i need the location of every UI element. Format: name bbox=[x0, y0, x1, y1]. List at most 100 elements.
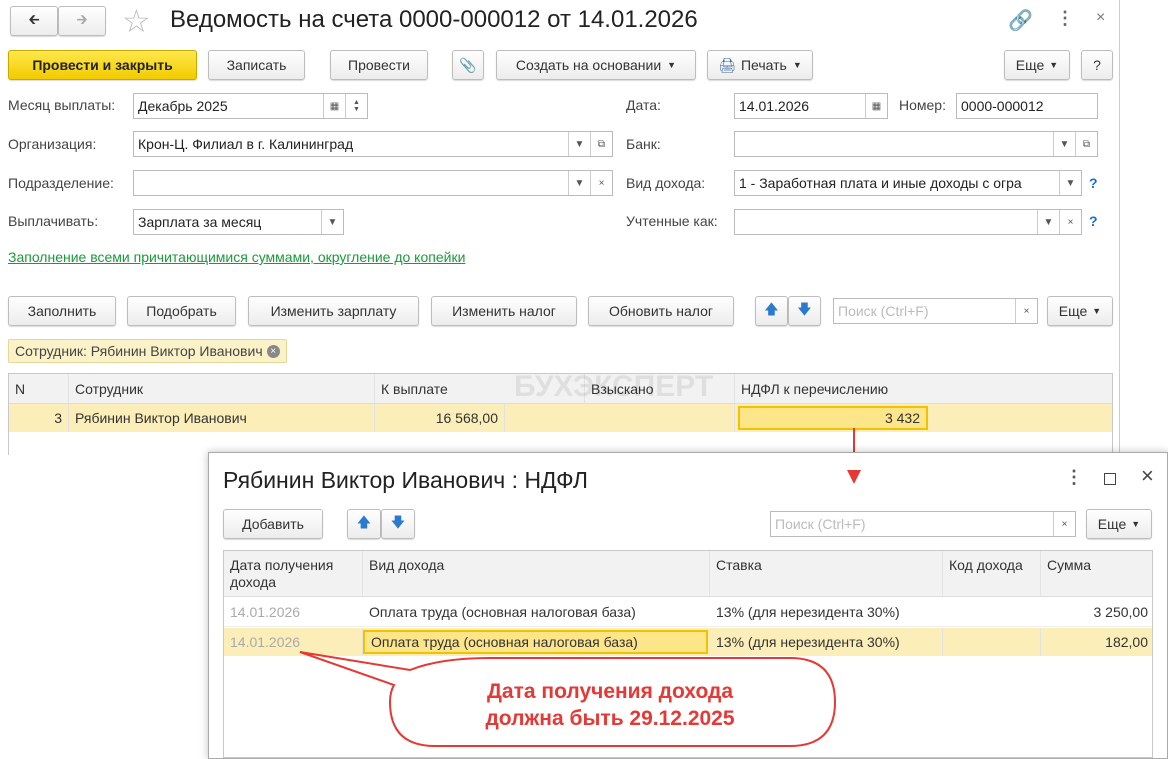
pay-label: Выплачивать: bbox=[8, 213, 99, 229]
open-icon[interactable]: ⧉ bbox=[590, 132, 612, 156]
more-button[interactable]: Еще ▼ bbox=[1086, 509, 1152, 539]
search-placeholder: Поиск (Ctrl+F) bbox=[775, 516, 866, 532]
page-title: Ведомость на счета 0000-000012 от 14.01.… bbox=[170, 6, 698, 33]
column-header-sum[interactable]: Сумма bbox=[1041, 551, 1154, 596]
more-button[interactable]: Еще ▼ bbox=[1004, 50, 1070, 80]
number-value: 0000-000012 bbox=[961, 98, 1044, 114]
spin-button[interactable]: ▲ ▼ bbox=[345, 94, 367, 118]
help-icon[interactable]: ? bbox=[1089, 175, 1098, 191]
month-input[interactable]: Декабрь 2025 ▦ ▲ ▼ bbox=[133, 93, 368, 119]
cell-ndfl[interactable]: 3 432 bbox=[738, 406, 928, 430]
cell-sum: 182,00 bbox=[1105, 634, 1148, 650]
table-row[interactable]: 3 Рябинин Виктор Иванович 16 568,00 3 43… bbox=[9, 404, 1112, 432]
dept-label: Подразделение: bbox=[8, 175, 114, 191]
create-based-label: Создать на основании bbox=[515, 57, 662, 73]
move-up-button[interactable]: 🡅 bbox=[347, 509, 381, 539]
date-input[interactable]: 14.01.2026 ▦ bbox=[734, 93, 888, 119]
column-header-income-type[interactable]: Вид дохода bbox=[363, 551, 710, 596]
employee-filter-tag[interactable]: Сотрудник: Рябинин Виктор Иванович × bbox=[8, 339, 287, 363]
maximize-icon[interactable] bbox=[1104, 473, 1116, 485]
pay-select[interactable]: Зарплата за месяц ▼ bbox=[133, 209, 344, 235]
calendar-icon[interactable]: ▦ bbox=[323, 94, 345, 118]
dropdown-arrow-icon[interactable]: ▼ bbox=[568, 171, 590, 195]
pick-button[interactable]: Подобрать bbox=[127, 296, 236, 326]
column-header-income-code[interactable]: Код дохода bbox=[943, 551, 1041, 596]
help-icon[interactable]: ? bbox=[1089, 213, 1098, 229]
callout-line-1: Дата получения дохода bbox=[486, 680, 734, 703]
close-icon[interactable]: × bbox=[1096, 9, 1105, 27]
number-input[interactable]: 0000-000012 bbox=[956, 93, 1098, 119]
dropdown-arrow-icon: ▼ bbox=[792, 60, 802, 70]
column-header-rate[interactable]: Ставка bbox=[710, 551, 943, 596]
post-button[interactable]: Провести bbox=[330, 50, 428, 80]
calendar-icon[interactable]: ▦ bbox=[865, 94, 887, 118]
bank-input[interactable]: ▼ ⧉ bbox=[734, 131, 1098, 157]
cell-collected bbox=[585, 404, 735, 432]
clear-icon[interactable]: × bbox=[1015, 299, 1037, 323]
change-salary-button[interactable]: Изменить зарплату bbox=[248, 296, 419, 326]
popup-title: Рябинин Виктор Иванович : НДФЛ bbox=[223, 467, 588, 493]
column-header-n[interactable]: N bbox=[9, 374, 69, 403]
fill-button[interactable]: Заполнить bbox=[8, 296, 116, 326]
counted-input[interactable]: ▼ × bbox=[734, 209, 1082, 235]
income-input[interactable]: 1 - Заработная плата и иные доходы с огр… bbox=[734, 170, 1082, 196]
move-down-button[interactable]: 🡇 bbox=[381, 509, 415, 539]
dropdown-arrow-icon[interactable]: ▼ bbox=[568, 132, 590, 156]
more-label: Еще bbox=[1097, 516, 1127, 532]
cell-income-code bbox=[943, 628, 1041, 656]
counted-label: Учтенные как: bbox=[626, 213, 718, 229]
change-tax-button[interactable]: Изменить налог bbox=[431, 296, 577, 326]
print-button[interactable]: 🖨 Печать ▼ bbox=[707, 50, 813, 80]
table-more-button[interactable]: Еще ▼ bbox=[1047, 296, 1113, 326]
column-header-ndfl[interactable]: НДФЛ к перечислению bbox=[735, 374, 1114, 403]
dept-input[interactable]: ▼ × bbox=[133, 170, 613, 196]
org-input[interactable]: Крон-Ц. Филиал в г. Калининград ▼ ⧉ bbox=[133, 131, 613, 157]
main-window: 🡰 🡲 ☆ Ведомость на счета 0000-000012 от … bbox=[0, 0, 1120, 455]
link-icon[interactable]: 🔗 bbox=[1008, 8, 1033, 33]
search-input[interactable]: Поиск (Ctrl+F) × bbox=[833, 298, 1038, 324]
dropdown-arrow-icon[interactable]: ▼ bbox=[1053, 132, 1075, 156]
table-row[interactable]: 14.01.2026 Оплата труда (основная налого… bbox=[224, 597, 1152, 627]
cell-n: 3 bbox=[9, 404, 69, 432]
favorite-star-icon[interactable]: ☆ bbox=[122, 2, 151, 40]
more-vert-icon[interactable]: ⋮ bbox=[1056, 8, 1074, 29]
date-value: 14.01.2026 bbox=[739, 98, 810, 114]
add-button[interactable]: Добавить bbox=[223, 509, 323, 539]
more-label: Еще bbox=[1015, 57, 1045, 73]
forward-button[interactable]: 🡲 bbox=[58, 6, 106, 36]
clear-icon[interactable]: × bbox=[590, 171, 612, 195]
save-button[interactable]: Записать bbox=[208, 50, 305, 80]
search-placeholder: Поиск (Ctrl+F) bbox=[838, 303, 929, 319]
more-vert-icon[interactable]: ⋮ bbox=[1065, 467, 1083, 488]
income-label: Вид дохода: bbox=[626, 175, 706, 191]
column-header-date[interactable]: Дата получения дохода bbox=[224, 551, 363, 596]
cell-income-type: Оплата труда (основная налоговая база) bbox=[369, 603, 636, 620]
post-and-close-button[interactable]: Провести и закрыть bbox=[8, 50, 197, 80]
attachment-icon[interactable]: 📎 bbox=[452, 50, 484, 80]
dropdown-arrow-icon[interactable]: ▼ bbox=[1059, 171, 1081, 195]
create-based-button[interactable]: Создать на основании ▼ bbox=[496, 50, 696, 80]
search-input[interactable]: Поиск (Ctrl+F) × bbox=[770, 511, 1076, 537]
cell-date: 14.01.2026 bbox=[230, 603, 301, 620]
fill-settings-link[interactable]: Заполнение всеми причитающимися суммами,… bbox=[8, 248, 478, 266]
remove-filter-icon[interactable]: × bbox=[266, 344, 280, 358]
move-down-button[interactable]: 🡇 bbox=[788, 296, 821, 326]
open-icon[interactable]: ⧉ bbox=[1075, 132, 1097, 156]
dropdown-arrow-icon[interactable]: ▼ bbox=[1037, 210, 1059, 234]
arrow-head-icon bbox=[847, 470, 861, 484]
income-value: 1 - Заработная плата и иные доходы с огр… bbox=[739, 175, 1022, 191]
callout-text: Дата получения дохода должна быть 29.12.… bbox=[400, 678, 820, 732]
clear-icon[interactable]: × bbox=[1053, 512, 1075, 536]
dropdown-arrow-icon[interactable]: ▼ bbox=[321, 210, 343, 234]
clear-icon[interactable]: × bbox=[1059, 210, 1081, 234]
payroll-table: N Сотрудник К выплате Взыскано НДФЛ к пе… bbox=[8, 370, 1114, 455]
help-button[interactable]: ? bbox=[1081, 50, 1113, 80]
update-tax-button[interactable]: Обновить налог bbox=[588, 296, 734, 326]
back-button[interactable]: 🡰 bbox=[10, 6, 58, 36]
printer-icon: 🖨 bbox=[718, 56, 736, 73]
month-label: Месяц выплаты: bbox=[8, 97, 116, 113]
move-up-button[interactable]: 🡅 bbox=[755, 296, 788, 326]
column-header-employee[interactable]: Сотрудник bbox=[69, 374, 375, 403]
close-icon[interactable]: × bbox=[1141, 463, 1154, 489]
filter-label: Сотрудник: Рябинин Виктор Иванович bbox=[15, 343, 263, 359]
